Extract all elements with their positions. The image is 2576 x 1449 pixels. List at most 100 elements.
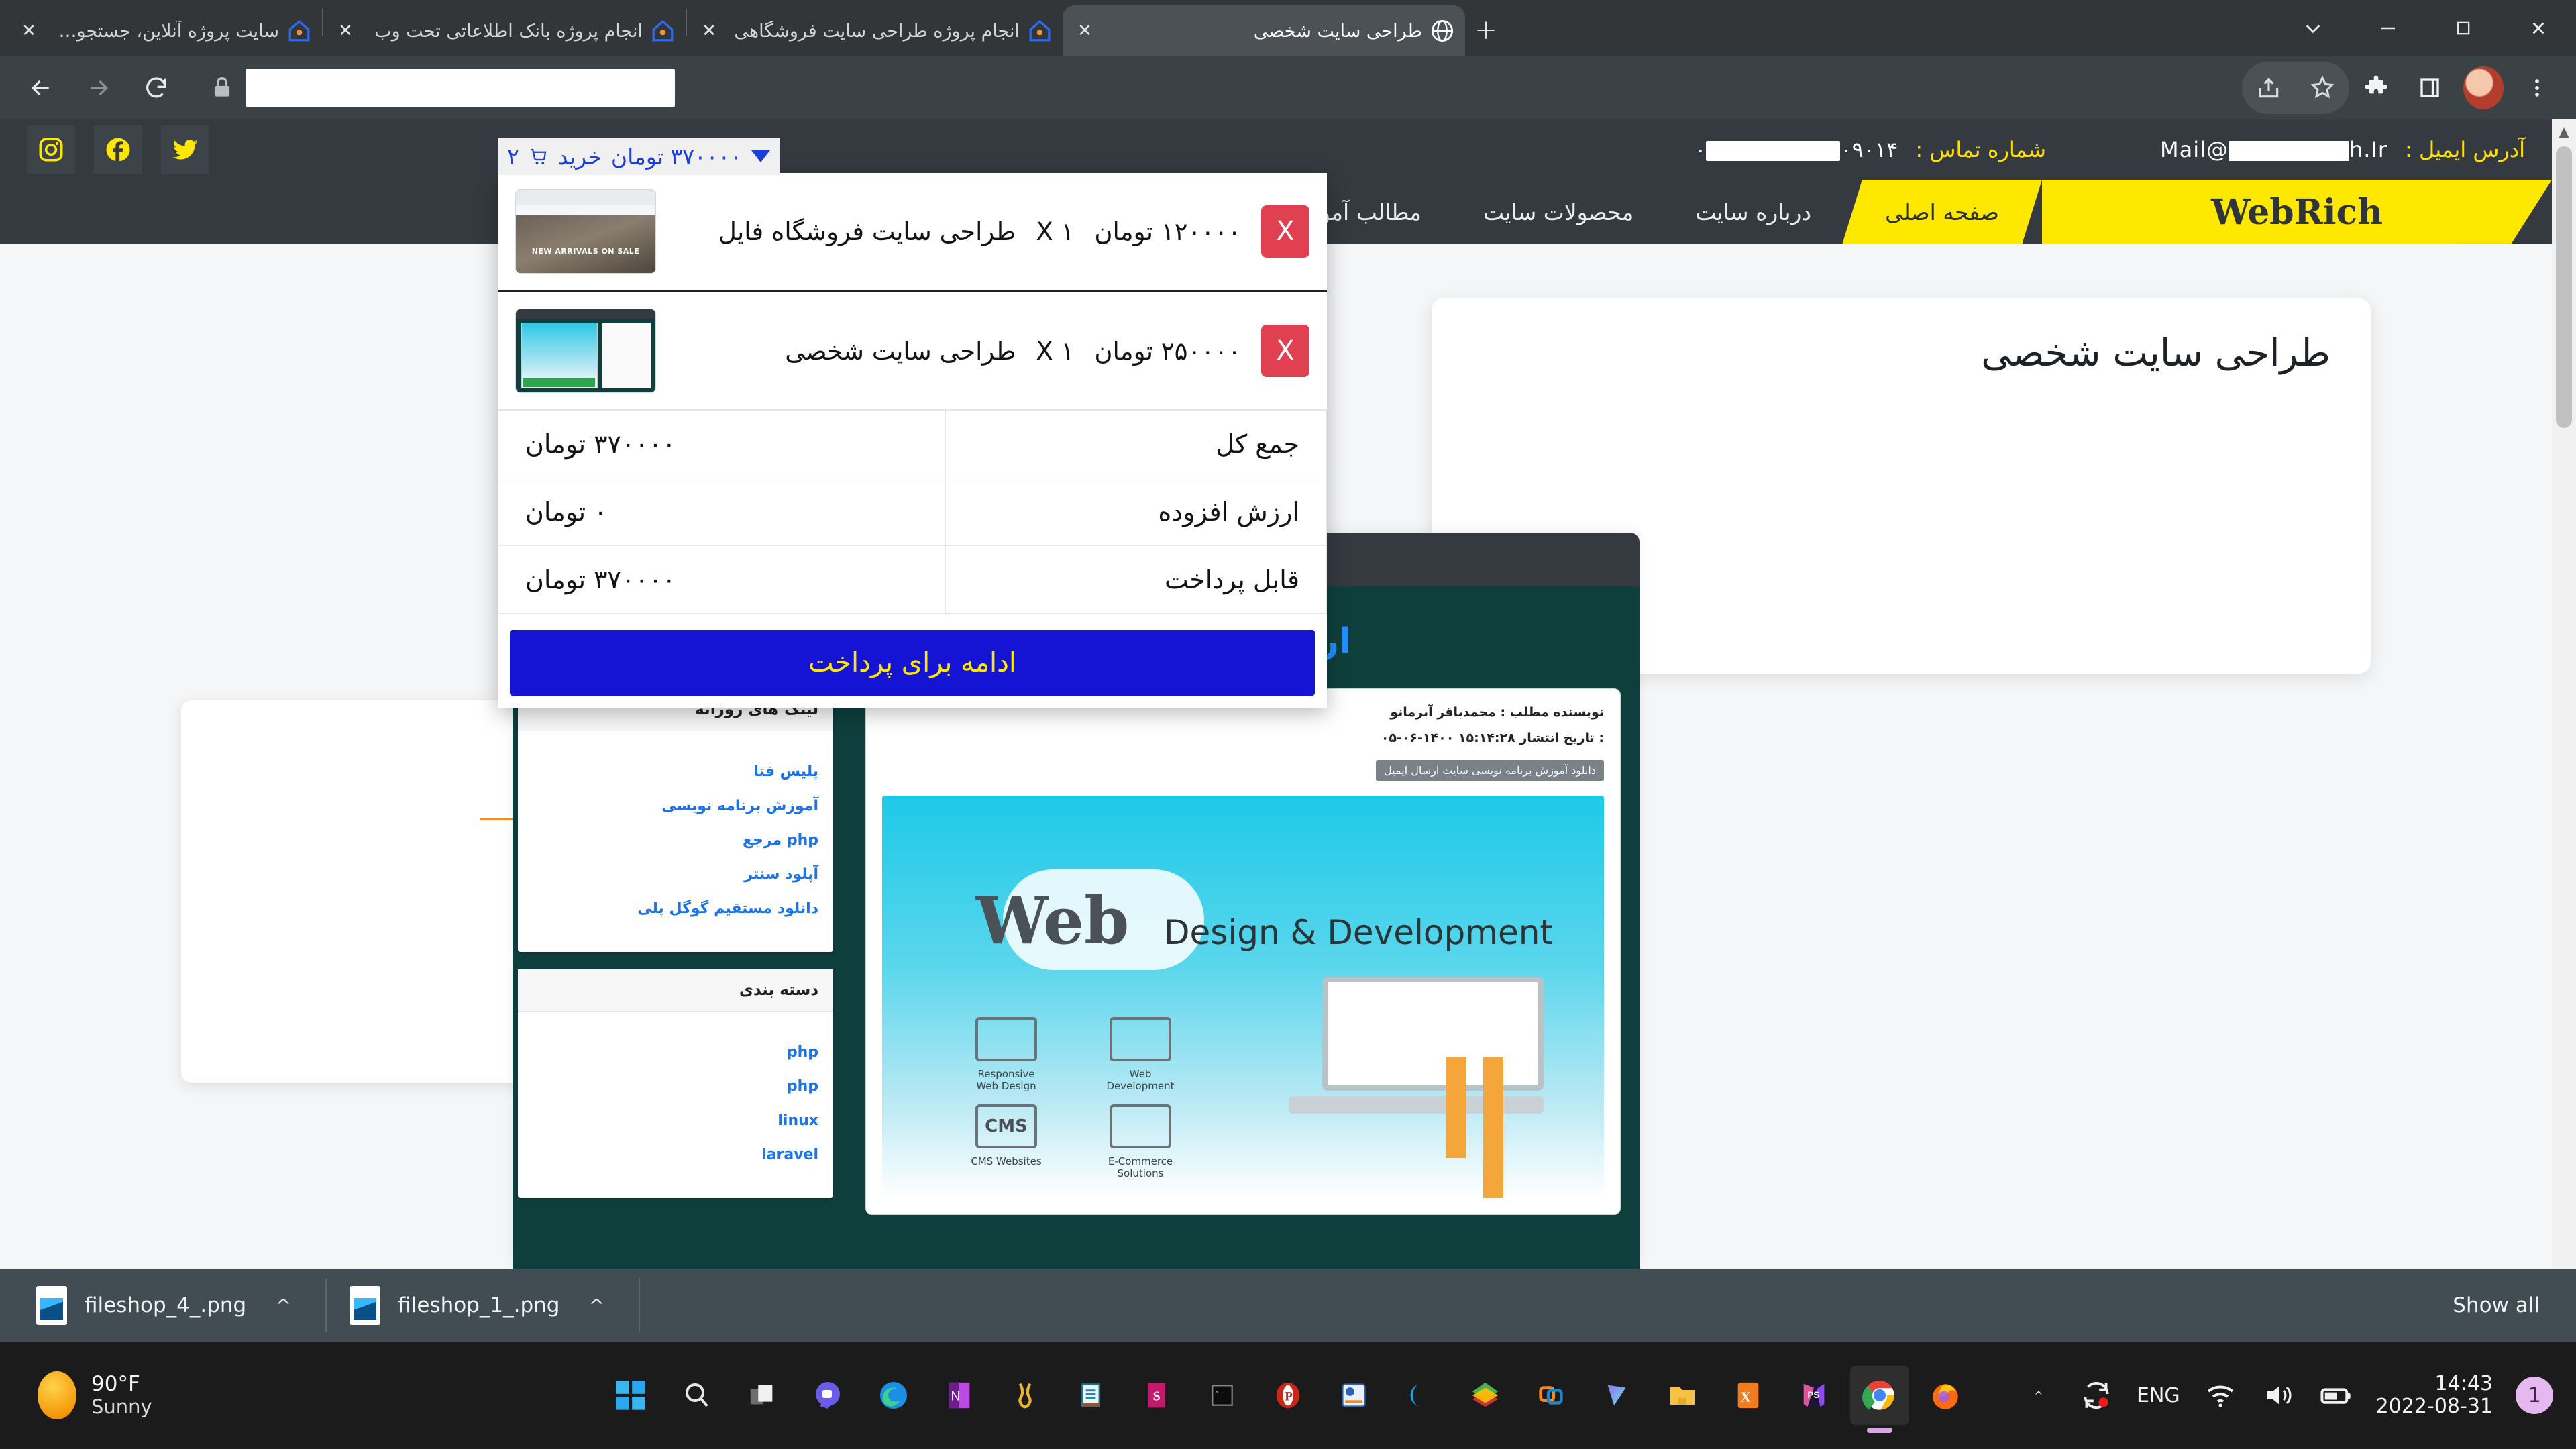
volume-icon[interactable] (2261, 1378, 2296, 1413)
browser-tab-1[interactable]: سایت پروژه آنلاین، جستجوی پروژه‌ها ✕ (7, 5, 322, 56)
onenote-icon[interactable]: N (930, 1366, 989, 1425)
window-maximize-button[interactable] (2426, 0, 2501, 56)
scrollbar-thumb[interactable] (2556, 146, 2572, 428)
download-filename: fileshop_1_.png (398, 1293, 560, 1318)
continue-to-payment-button[interactable]: ادامه برای پرداخت (510, 630, 1315, 696)
omnibox[interactable] (197, 66, 687, 109)
widget-link[interactable]: دانلود مستقیم گوگل پلی (533, 900, 818, 917)
download-menu-caret-icon[interactable]: ^ (577, 1286, 616, 1325)
image-file-icon (350, 1286, 381, 1325)
sync-icon[interactable] (2079, 1378, 2114, 1413)
window-minimize-button[interactable] (2351, 0, 2426, 56)
twitter-icon[interactable] (161, 125, 209, 174)
chat-teams-icon[interactable] (798, 1366, 857, 1425)
nav-item-products[interactable]: محصولات سایت (1452, 180, 1664, 244)
chevron-down-icon[interactable] (2275, 0, 2351, 56)
responsive-web-design-icon: Responsive Web Design (969, 1017, 1043, 1092)
navicat-icon[interactable] (1587, 1366, 1646, 1425)
extensions-puzzle-icon[interactable] (2349, 61, 2403, 115)
notepad-icon[interactable] (1061, 1366, 1120, 1425)
nav-item-about[interactable]: درباره سایت (1664, 180, 1842, 244)
system-tray: ^ ENG 14:43 2022-08-31 1 (2021, 1372, 2576, 1418)
tray-language-indicator[interactable]: ENG (2137, 1384, 2180, 1407)
battery-icon[interactable] (2318, 1378, 2353, 1413)
reload-button-icon[interactable] (127, 59, 185, 117)
firefox-icon[interactable] (1916, 1366, 1975, 1425)
cart-toggle-button[interactable]: ٣٧٠٠٠٠ تومان خرید ٢ (498, 138, 780, 175)
cart-item-thumbnail[interactable] (515, 309, 656, 393)
folder-explorer-icon[interactable] (1653, 1366, 1712, 1425)
download-item[interactable]: fileshop_1_.png ^ (327, 1269, 639, 1342)
browser-tab-2[interactable]: انجام پروژه بانک اطلاعاتی تحت وب ✕ (323, 5, 686, 56)
widget-link[interactable]: پلیس فتا (533, 763, 818, 780)
search-icon[interactable] (667, 1366, 726, 1425)
opera-icon[interactable]: P (1258, 1366, 1318, 1425)
home-favicon (1026, 17, 1053, 44)
page-scrollbar[interactable]: ▲ (2552, 119, 2576, 1269)
facebook-icon[interactable] (94, 125, 142, 174)
sublime-text-icon[interactable]: S (1127, 1366, 1186, 1425)
download-item[interactable]: fileshop_4_.png ^ (13, 1269, 325, 1342)
forward-button-icon[interactable] (70, 59, 127, 117)
widget-link[interactable]: php مرجع (533, 832, 818, 849)
back-button-icon[interactable] (12, 59, 70, 117)
widget-link[interactable]: linux (533, 1112, 818, 1129)
windows-start-icon[interactable] (601, 1366, 660, 1425)
avatar (2463, 66, 2504, 109)
snipping-tool-icon[interactable] (1456, 1366, 1515, 1425)
window-close-button[interactable] (2501, 0, 2576, 56)
widget-link[interactable]: آموزش برنامه نویسی (533, 798, 818, 814)
share-icon[interactable] (2242, 61, 2296, 115)
cart-remove-button[interactable]: X (1261, 325, 1309, 377)
chrome-menu-icon[interactable] (2510, 61, 2564, 115)
browser-tab-3[interactable]: انجام پروژه طراحی سایت فروشگاهی ✕ (687, 5, 1063, 56)
windows-taskbar: 90°F Sunny N S >_ P X PS ^ ENG 14:43 202… (0, 1342, 2576, 1449)
office-icon[interactable] (1324, 1366, 1383, 1425)
tab-close-button[interactable]: ✕ (16, 18, 42, 44)
instagram-icon[interactable] (27, 125, 75, 174)
browser-tab-4-active[interactable]: طراحی سایت شخصی ✕ (1063, 5, 1465, 56)
download-menu-caret-icon[interactable]: ^ (264, 1286, 303, 1325)
tab-close-button[interactable]: ✕ (696, 18, 722, 44)
terminal-icon[interactable]: >_ (1193, 1366, 1252, 1425)
widget-link[interactable]: php (533, 1078, 818, 1095)
downloads-show-all-button[interactable]: Show all (2453, 1293, 2563, 1318)
tray-overflow-icon[interactable]: ^ (2021, 1378, 2056, 1413)
new-tab-button[interactable]: + (1465, 9, 1507, 51)
taskbar-app-list: N S >_ P X PS (601, 1366, 1975, 1425)
url-input[interactable] (246, 69, 675, 107)
sublime-merge-icon[interactable] (1521, 1366, 1580, 1425)
scroll-up-arrow-icon[interactable]: ▲ (2552, 119, 2576, 144)
svg-text:PS: PS (1807, 1390, 1819, 1400)
widget-link[interactable]: php (533, 1044, 818, 1061)
phpstorm-icon[interactable]: PS (1784, 1366, 1843, 1425)
downloads-bar: fileshop_4_.png ^ fileshop_1_.png ^ Show… (0, 1269, 2576, 1342)
taskbar-weather-widget[interactable]: 90°F Sunny (0, 1371, 152, 1419)
tab-close-button[interactable]: ✕ (333, 18, 358, 44)
orange-bars-decoration (1446, 1057, 1503, 1198)
nav-item-home[interactable]: صفحه اصلی (1842, 180, 2042, 244)
tab-close-button[interactable]: ✕ (1072, 18, 1097, 44)
telegram-icon[interactable] (1390, 1366, 1449, 1425)
cart-toggle-label: خرید (557, 143, 602, 170)
profile-avatar[interactable] (2457, 61, 2510, 115)
task-view-icon[interactable] (733, 1366, 792, 1425)
wifi-icon[interactable] (2203, 1378, 2238, 1413)
preview-article-tag[interactable]: دانلود آموزش برنامه نویسی سایت ارسال ایم… (1376, 760, 1604, 781)
cart-remove-button[interactable]: X (1261, 205, 1309, 258)
chrome-icon[interactable] (1850, 1366, 1909, 1425)
cart-item-thumbnail[interactable]: NEW ARRIVALS ON SALE (515, 189, 656, 274)
notification-badge[interactable]: 1 (2516, 1377, 2553, 1414)
site-logo[interactable]: WebRich (2042, 180, 2552, 244)
cart-item-name[interactable]: طراحی سایت فروشگاه فایل (676, 217, 1016, 246)
widget-link[interactable]: laravel (533, 1146, 818, 1163)
cart-item-name[interactable]: طراحی سایت شخصی (676, 337, 1016, 366)
edge-icon[interactable] (864, 1366, 923, 1425)
side-panel-icon[interactable] (2403, 61, 2457, 115)
taskbar-clock[interactable]: 14:43 2022-08-31 (2376, 1372, 2493, 1418)
bookmark-star-icon[interactable] (2296, 61, 2349, 115)
xampp-icon[interactable]: X (1719, 1366, 1778, 1425)
widget-link[interactable]: آپلود سنتر (533, 866, 818, 883)
rabbit-app-icon[interactable] (996, 1366, 1055, 1425)
phone-redaction (1706, 141, 1841, 161)
